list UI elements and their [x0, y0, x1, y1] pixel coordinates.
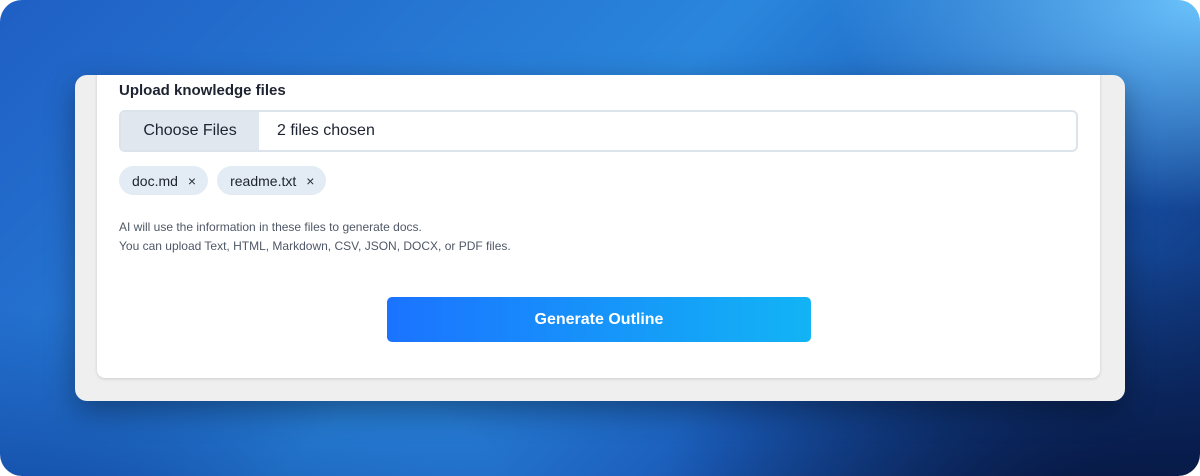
generate-outline-button[interactable]: Generate Outline	[387, 297, 811, 342]
remove-file-icon[interactable]: ×	[306, 173, 314, 189]
file-chip: doc.md ×	[119, 166, 209, 195]
remove-file-icon[interactable]: ×	[188, 173, 196, 189]
dialog-panel: Upload knowledge files Choose Files 2 fi…	[75, 75, 1125, 401]
file-chip-name: doc.md	[132, 172, 178, 189]
upload-help-text: AI will use the information in these fil…	[119, 218, 511, 256]
files-chosen-status: 2 files chosen	[277, 122, 375, 139]
help-line-2: You can upload Text, HTML, Markdown, CSV…	[119, 239, 511, 253]
help-line-1: AI will use the information in these fil…	[119, 220, 422, 234]
file-chip: readme.txt ×	[217, 166, 327, 195]
upload-form-card: Upload knowledge files Choose Files 2 fi…	[97, 75, 1100, 378]
upload-label: Upload knowledge files	[119, 82, 286, 99]
choose-files-button[interactable]: Choose Files	[121, 112, 259, 150]
file-input[interactable]: Choose Files 2 files chosen	[119, 110, 1078, 152]
selected-files-list: doc.md × readme.txt ×	[119, 166, 327, 195]
file-chip-name: readme.txt	[230, 172, 297, 189]
gradient-backdrop: Upload knowledge files Choose Files 2 fi…	[0, 0, 1200, 476]
